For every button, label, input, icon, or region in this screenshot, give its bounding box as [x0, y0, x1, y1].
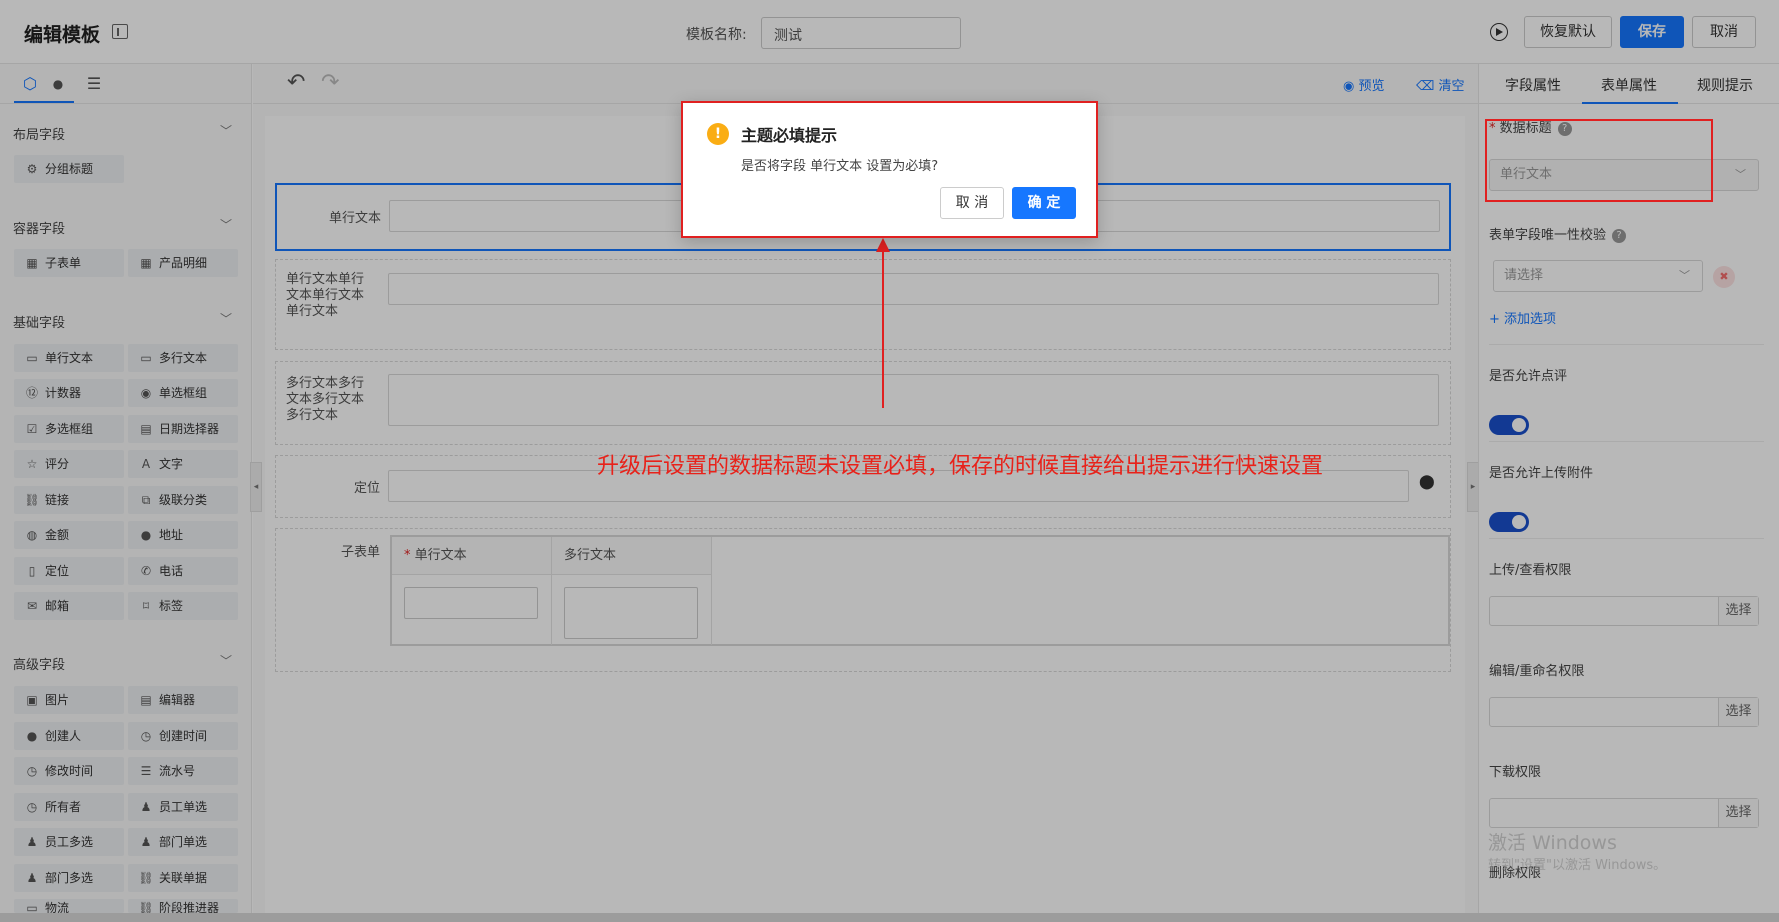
annotation-highlight-box	[1485, 119, 1713, 202]
dialog-message: 是否将字段 单行文本 设置为必填?	[741, 159, 939, 174]
windows-watermark-subtitle: 转到"设置"以激活 Windows。	[1488, 858, 1667, 873]
windows-watermark-title: 激活 Windows	[1488, 832, 1617, 854]
dialog-title: 主题必填提示	[741, 126, 838, 145]
dialog-cancel-button[interactable]: 取 消	[940, 187, 1004, 219]
warning-icon: !	[707, 123, 729, 145]
annotation-note: 升级后设置的数据标题未设置必填，保存的时候直接给出提示进行快速设置	[597, 454, 1324, 479]
annotation-arrow-head	[876, 238, 890, 252]
confirm-dialog: ! 主题必填提示 是否将字段 单行文本 设置为必填? 取 消 确 定	[681, 101, 1098, 238]
dialog-ok-button[interactable]: 确 定	[1012, 187, 1076, 219]
annotation-arrow-line	[882, 246, 884, 408]
